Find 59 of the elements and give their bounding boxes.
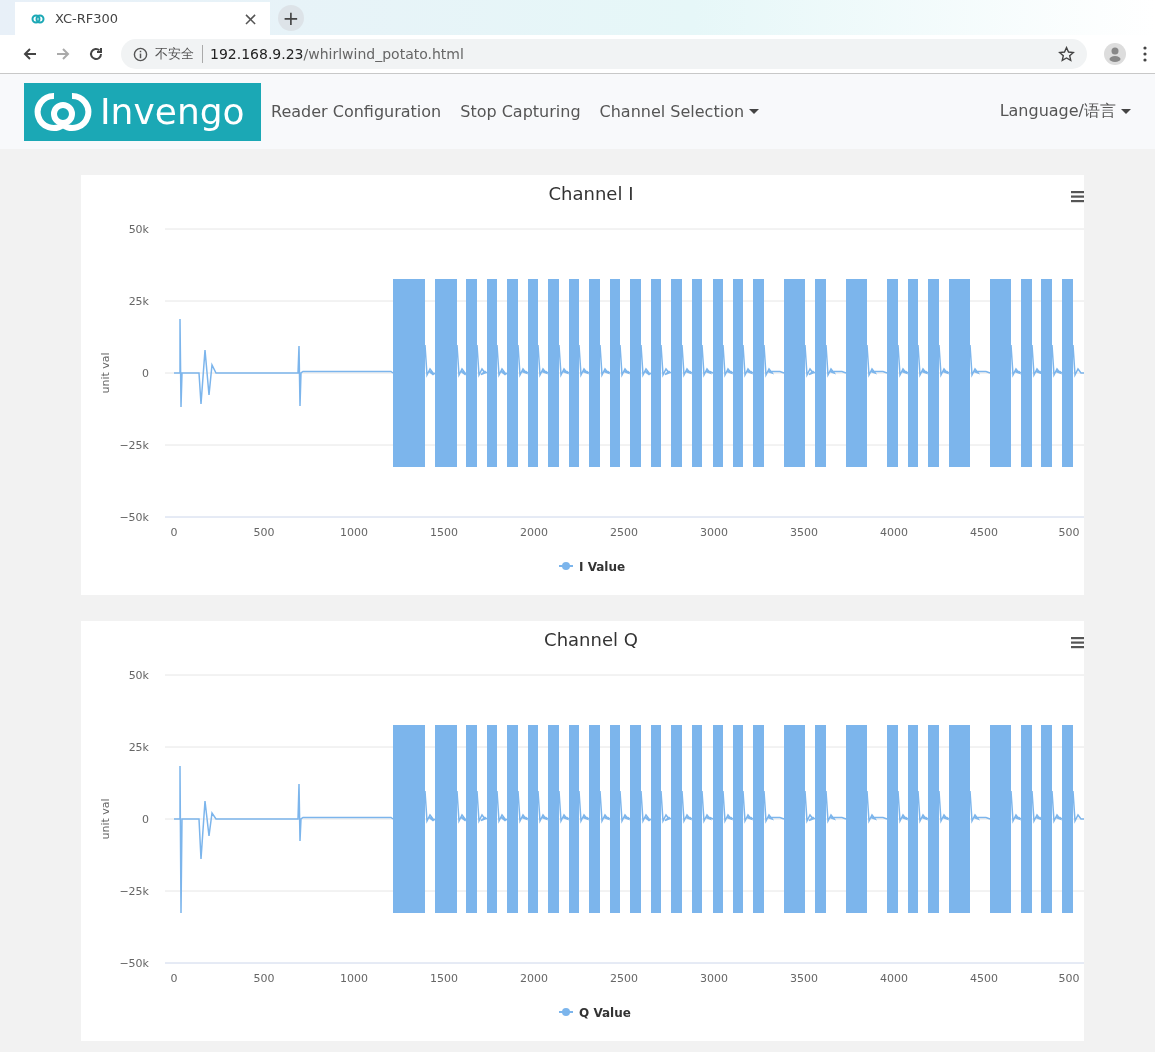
y-tick-label: −50k xyxy=(119,957,149,970)
menu-icon[interactable] xyxy=(1071,191,1084,203)
x-tick-label: 1500 xyxy=(430,526,458,539)
y-tick-label: 25k xyxy=(128,741,149,754)
nav-link[interactable]: Reader Configuration xyxy=(271,102,442,121)
x-tick-label: 3500 xyxy=(790,972,818,985)
x-tick-label: 2500 xyxy=(610,526,638,539)
y-tick-label: 0 xyxy=(142,367,149,380)
x-tick-label: 2000 xyxy=(520,526,548,539)
x-tick-label: 4500 xyxy=(970,526,998,539)
star-icon[interactable] xyxy=(1058,45,1075,63)
x-tick-label: 500 xyxy=(1058,526,1080,539)
brand-name: Invengo xyxy=(100,91,245,132)
chart-title: Channel I xyxy=(548,183,634,204)
close-tab-button[interactable]: × xyxy=(242,8,258,29)
y-tick-label: −25k xyxy=(119,439,149,452)
tab-title: XC-RF300 xyxy=(55,11,120,26)
legend-item[interactable]: I Value xyxy=(558,560,626,574)
language-menu[interactable]: Language/语言 xyxy=(999,101,1131,122)
x-tick-label: 4000 xyxy=(880,526,908,539)
x-tick-label: 4500 xyxy=(970,972,998,985)
y-axis-title: unit val xyxy=(99,352,112,394)
y-tick-label: −50k xyxy=(119,511,149,524)
menu-icon[interactable] xyxy=(1071,637,1084,649)
info-icon xyxy=(133,46,148,62)
x-tick-label: 0 xyxy=(170,526,178,539)
x-tick-label: 1000 xyxy=(340,526,368,539)
more-icon[interactable] xyxy=(1143,46,1147,62)
legend-item[interactable]: Q Value xyxy=(558,1006,631,1020)
y-tick-label: 25k xyxy=(128,295,149,308)
security-label: 不安全 xyxy=(155,45,203,63)
chart-title: Channel Q xyxy=(544,629,638,650)
y-tick-label: −25k xyxy=(119,885,149,898)
x-tick-label: 2500 xyxy=(610,972,638,985)
x-tick-label: 4000 xyxy=(880,972,908,985)
y-tick-label: 50k xyxy=(128,669,149,682)
url-text: 192.168.9.23/whirlwind_potato.html xyxy=(210,46,465,62)
address-bar[interactable]: 不安全 192.168.9.23/whirlwind_potato.html xyxy=(121,39,1087,69)
nav-link[interactable]: Stop Capturing xyxy=(460,102,581,121)
x-tick-label: 3500 xyxy=(790,526,818,539)
nav-link[interactable]: Channel Selection xyxy=(599,102,760,121)
browser-tab[interactable]: XC-RF300 × xyxy=(15,2,270,35)
y-tick-label: 0 xyxy=(142,813,149,826)
x-tick-label: 3000 xyxy=(700,972,728,985)
new-tab-button[interactable]: + xyxy=(278,5,304,31)
x-tick-label: 500 xyxy=(253,526,275,539)
x-tick-label: 0 xyxy=(170,972,178,985)
x-tick-label: 500 xyxy=(253,972,275,985)
x-tick-label: 1500 xyxy=(430,972,458,985)
x-tick-label: 1000 xyxy=(340,972,368,985)
avatar-icon[interactable] xyxy=(1104,43,1126,65)
x-tick-label: 3000 xyxy=(700,526,728,539)
rings-icon xyxy=(31,12,45,25)
reload-icon[interactable] xyxy=(88,46,104,62)
x-tick-label: 500 xyxy=(1058,972,1080,985)
back-icon[interactable] xyxy=(22,46,38,62)
x-tick-label: 2000 xyxy=(520,972,548,985)
y-axis-title: unit val xyxy=(99,798,112,840)
y-tick-label: 50k xyxy=(128,223,149,236)
